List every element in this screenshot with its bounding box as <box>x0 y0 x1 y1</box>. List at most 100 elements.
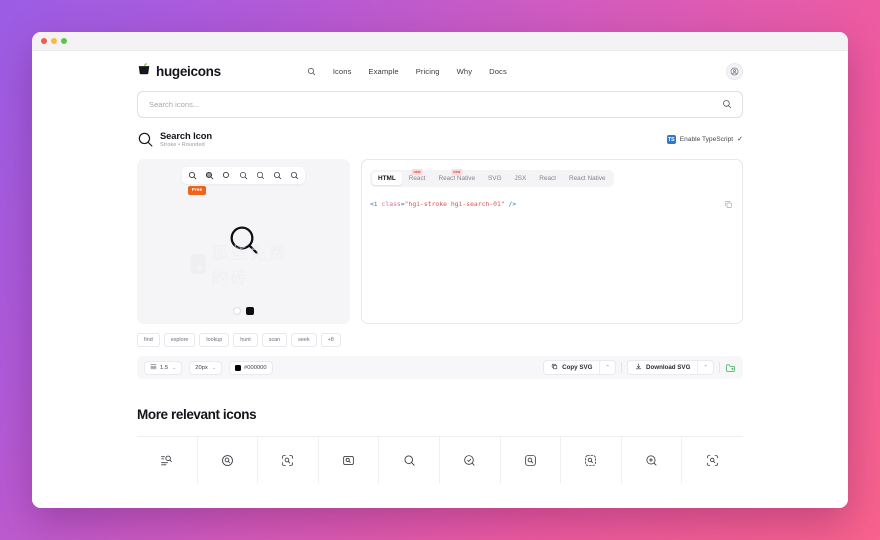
download-svg-main[interactable]: Download SVG <box>628 361 697 374</box>
icon-style-subtitle: Stroke • Rounded <box>160 142 205 148</box>
copy-svg-label: Copy SVG <box>562 364 593 371</box>
black-swatch[interactable] <box>246 307 254 315</box>
folder-add-icon[interactable] <box>725 362 736 373</box>
code-token-open: <i <box>370 200 382 208</box>
chevron-down-icon: ⌄ <box>172 364 177 371</box>
tag-list: find explore lookup hunt scan seek +8 <box>137 333 743 347</box>
search-icon <box>227 223 261 262</box>
tab-jsx[interactable]: JSX <box>509 172 533 185</box>
search-area-icon[interactable] <box>319 437 380 483</box>
download-svg-chevron-icon[interactable]: ⌃ <box>698 361 713 374</box>
copy-icon[interactable] <box>724 196 733 214</box>
tag-more-count[interactable]: +8 <box>320 333 341 347</box>
search-input[interactable] <box>149 100 722 109</box>
main-content: Search Icon Stroke • Rounded TS Enable T… <box>32 91 848 483</box>
enable-typescript-label: Enable TypeScript <box>679 136 734 143</box>
code-format-tabs: HTML new React new React Native SVG JSX … <box>370 169 614 187</box>
color-value: #000000 <box>244 364 267 371</box>
nav-item-pricing[interactable]: Pricing <box>416 67 440 76</box>
window-titlebar <box>32 32 848 51</box>
chevron-down-icon: ⌄ <box>211 364 217 371</box>
tab-react[interactable]: React <box>533 172 562 185</box>
search-visual-icon[interactable] <box>440 437 501 483</box>
typescript-checkmark-icon[interactable]: ✓ <box>737 136 743 143</box>
search-focus-icon[interactable] <box>258 437 319 483</box>
export-toolbar: 1.5 ⌄ 20px ⌄ #000000 Copy SVG ⌃ Download… <box>137 356 743 379</box>
copy-svg-chevron-icon[interactable]: ⌃ <box>600 361 615 374</box>
search-crop-icon[interactable] <box>682 437 743 483</box>
search-list-icon[interactable] <box>137 437 198 483</box>
download-icon <box>635 363 642 372</box>
copy-icon <box>551 363 558 372</box>
nav-item-icons[interactable]: Icons <box>333 67 352 76</box>
tag-find[interactable]: find <box>137 333 160 347</box>
download-svg-label: Download SVG <box>646 364 691 371</box>
tag-explore[interactable]: explore <box>163 333 196 347</box>
icon-preview-panel: Free 那些免费的砖 <box>137 159 350 324</box>
tab-svg[interactable]: SVG <box>482 172 508 185</box>
browser-window: hugeicons Icons Example Pricing Why Docs <box>32 32 848 508</box>
code-token-attr: class <box>381 200 401 208</box>
watermark-logo-icon <box>190 254 206 275</box>
search-bar[interactable] <box>137 91 743 118</box>
code-snippet: <i class="hgi-stroke hgi-search-01" /> <box>370 199 734 209</box>
tab-label: React <box>408 175 426 182</box>
search-dashed-icon[interactable] <box>561 437 622 483</box>
stroke-width-control[interactable]: 1.5 ⌄ <box>144 360 183 375</box>
code-token-close: /> <box>504 200 517 208</box>
search-add-icon[interactable] <box>622 437 683 483</box>
size-value: 20px <box>195 364 208 371</box>
copy-svg-button[interactable]: Copy SVG ⌃ <box>543 360 617 375</box>
icon-preview-stage: 那些免费的砖 <box>137 178 350 307</box>
copy-svg-main[interactable]: Copy SVG <box>544 361 599 374</box>
search-01-icon[interactable] <box>379 437 440 483</box>
typescript-badge: TS <box>666 135 676 144</box>
divider <box>719 362 720 373</box>
download-svg-button[interactable]: Download SVG ⌃ <box>627 360 714 375</box>
icon-title-block: Search Icon Stroke • Rounded <box>160 130 212 149</box>
window-close-button[interactable] <box>41 38 47 44</box>
tag-seek[interactable]: seek <box>291 333 317 347</box>
tab-react-native-new[interactable]: new React Native <box>432 169 481 185</box>
main-nav: Icons Example Pricing Why Docs <box>307 67 507 76</box>
tag-lookup[interactable]: lookup <box>199 333 230 347</box>
nav-item-why[interactable]: Why <box>457 67 473 76</box>
divider <box>621 362 623 373</box>
code-token-value: "hgi-stroke hgi-search-01" <box>404 200 505 208</box>
tag-scan[interactable]: scan <box>261 333 288 347</box>
nav-item-example[interactable]: Example <box>368 67 398 76</box>
tab-react-new[interactable]: new React <box>403 169 432 185</box>
detail-panels: Free 那些免费的砖 HTML new React new React Nat… <box>137 159 743 324</box>
window-maximize-button[interactable] <box>61 38 67 44</box>
code-panel: HTML new React new React Native SVG JSX … <box>361 159 743 324</box>
tag-hunt[interactable]: hunt <box>233 333 258 347</box>
brand-name: hugeicons <box>156 63 221 79</box>
color-swatch-icon <box>235 364 242 371</box>
stroke-width-icon <box>150 363 157 372</box>
white-swatch[interactable] <box>233 307 241 315</box>
search-circle-icon[interactable] <box>198 437 259 483</box>
enable-typescript-toggle[interactable]: TS Enable TypeScript ✓ <box>666 135 743 144</box>
tab-react-native[interactable]: React Native <box>563 172 612 185</box>
toolbar-actions: Copy SVG ⌃ Download SVG ⌃ <box>543 360 736 375</box>
color-swatches <box>233 307 254 315</box>
tab-html[interactable]: HTML <box>372 172 402 185</box>
new-badge: new <box>411 169 423 175</box>
color-control[interactable]: #000000 <box>229 360 273 375</box>
brand-logo[interactable]: hugeicons <box>137 62 221 81</box>
search-icon <box>137 131 154 148</box>
page-title: Search Icon <box>160 130 213 141</box>
search-square-icon[interactable] <box>501 437 562 483</box>
size-control[interactable]: 20px ⌄ <box>189 360 223 375</box>
new-badge: new <box>451 169 463 175</box>
user-avatar-icon[interactable] <box>726 62 743 80</box>
window-minimize-button[interactable] <box>51 38 57 44</box>
nav-item-docs[interactable]: Docs <box>489 67 507 76</box>
site-header: hugeicons Icons Example Pricing Why Docs <box>32 51 848 91</box>
bucket-logo-icon <box>137 62 151 81</box>
tab-label: React Native <box>438 175 476 182</box>
search-icon[interactable] <box>722 96 732 114</box>
icon-detail-header: Search Icon Stroke • Rounded TS Enable T… <box>137 129 743 150</box>
related-icon-grid <box>137 436 743 483</box>
search-icon[interactable] <box>307 67 316 76</box>
